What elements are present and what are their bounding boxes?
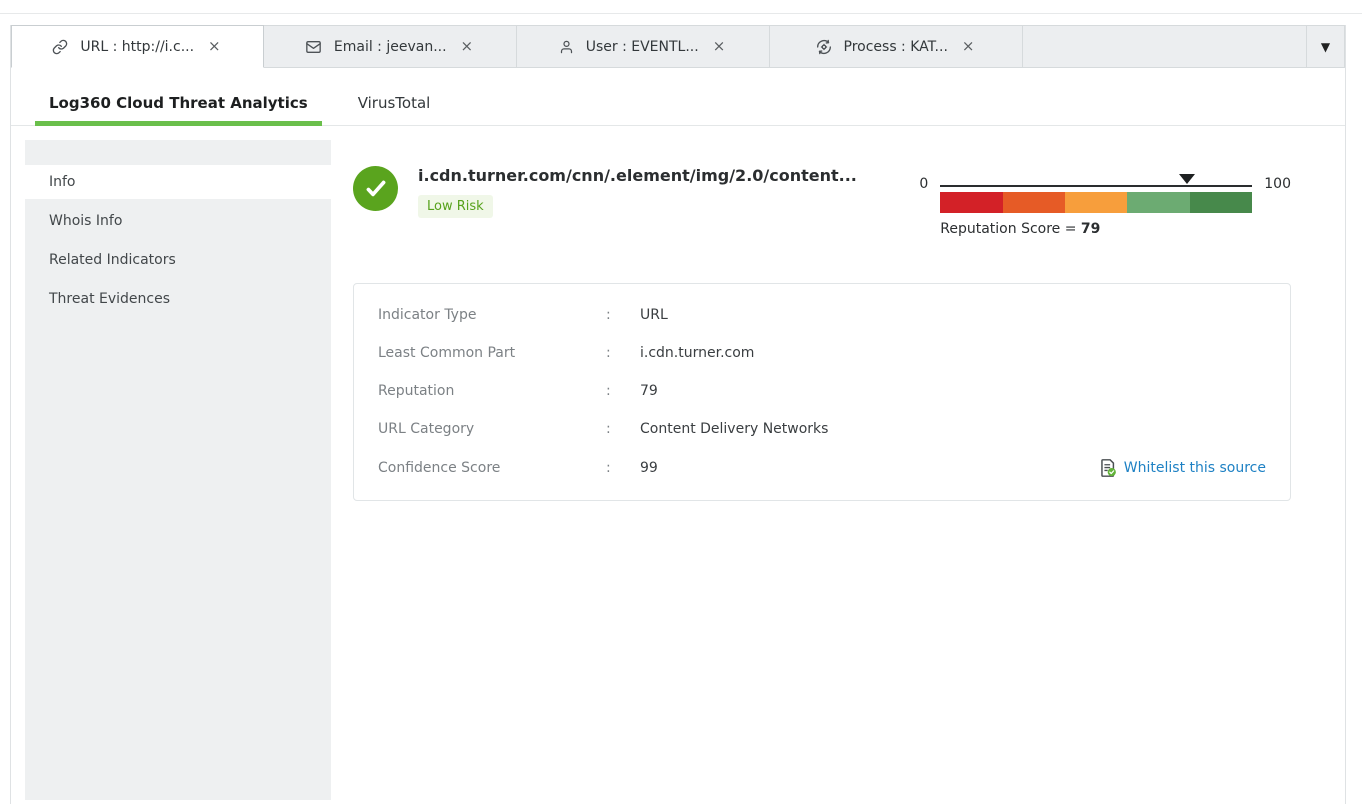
indicator-title-block: i.cdn.turner.com/cnn/.element/img/2.0/co… [418,166,919,218]
detail-label: Confidence Score [378,460,606,476]
check-circle-icon [353,166,398,211]
info-panel: i.cdn.turner.com/cnn/.element/img/2.0/co… [331,140,1331,777]
whitelist-document-icon [1100,459,1117,477]
indicator-details-card: Indicator Type : URL Least Common Part :… [353,283,1291,501]
tabstrip-filler [1023,25,1306,68]
detail-label: URL Category [378,421,606,437]
tab-url[interactable]: URL : http://i.c... × [11,25,264,68]
detail-separator: : [606,460,640,476]
tab-label: Process : KAT... [844,39,948,55]
detail-value: Content Delivery Networks [640,421,828,437]
close-icon[interactable]: × [960,39,977,54]
gauge-segment [1127,192,1189,213]
detail-value: i.cdn.turner.com [640,345,754,361]
caption-prefix: Reputation Score = [940,221,1081,237]
detail-separator: : [606,421,640,437]
tab-label: User : EVENTL... [586,39,699,55]
reputation-gauge: 0 Reputation Score = 79 100 [919,166,1291,237]
sidebar-item-threat-evidences[interactable]: Threat Evidences [25,282,331,316]
gauge-segment [940,192,1002,213]
detail-separator: : [606,383,640,399]
process-icon [816,39,832,55]
detail-value: 99 [640,460,658,476]
tab-email[interactable]: Email : jeevan... × [264,25,517,68]
detail-row-least-common-part: Least Common Part : i.cdn.turner.com [354,334,1290,372]
gauge-segment [1190,192,1252,213]
gauge-segment [1065,192,1127,213]
tab-virustotal[interactable]: VirusTotal [344,88,445,125]
close-icon[interactable]: × [459,39,476,54]
detail-row-confidence-score: Confidence Score : 99 Whitelist t [354,448,1290,488]
gauge-scale-line [940,166,1252,187]
summary-row: i.cdn.turner.com/cnn/.element/img/2.0/co… [353,166,1331,237]
detail-separator: : [606,307,640,323]
detail-separator: : [606,345,640,361]
top-divider [0,13,1362,14]
risk-badge: Low Risk [418,195,493,218]
detail-label: Least Common Part [378,345,606,361]
section-sidebar: Info Whois Info Related Indicators Threa… [25,140,331,800]
link-icon [52,39,68,55]
gauge-segment [1003,192,1065,213]
email-icon [305,39,322,55]
entity-tabstrip: URL : http://i.c... × Email : jeevan... … [11,25,1345,68]
chevron-down-icon: ▼ [1321,40,1330,54]
close-icon[interactable]: × [206,39,223,54]
gauge-marker-icon [1179,174,1195,184]
reputation-score-caption: Reputation Score = 79 [940,221,1252,237]
tab-user[interactable]: User : EVENTL... × [517,25,770,68]
threat-analytics-window: URL : http://i.c... × Email : jeevan... … [10,25,1346,804]
indicator-title: i.cdn.turner.com/cnn/.element/img/2.0/co… [418,166,919,185]
gauge-color-bar [940,192,1252,213]
gauge-min-label: 0 [919,166,928,237]
detail-value: URL [640,307,668,323]
sidebar-item-info[interactable]: Info [25,165,331,199]
gauge-max-label: 100 [1264,166,1291,237]
sidebar-item-whois-info[interactable]: Whois Info [25,204,331,238]
detail-value: 79 [640,383,658,399]
tab-label: Email : jeevan... [334,39,447,55]
user-icon [559,39,574,55]
detail-row-reputation: Reputation : 79 [354,372,1290,410]
content-area: Info Whois Info Related Indicators Threa… [11,126,1345,777]
gauge-track: Reputation Score = 79 [940,166,1252,237]
source-subtabs: Log360 Cloud Threat Analytics VirusTotal [11,88,1345,126]
detail-row-indicator-type: Indicator Type : URL [354,296,1290,334]
detail-label: Reputation [378,383,606,399]
tab-log360-cloud-threat-analytics[interactable]: Log360 Cloud Threat Analytics [35,88,322,125]
tab-label: URL : http://i.c... [80,39,194,55]
caption-score: 79 [1081,221,1100,237]
close-icon[interactable]: × [711,39,728,54]
tab-overflow-button[interactable]: ▼ [1306,25,1345,68]
whitelist-source-link[interactable]: Whitelist this source [1100,459,1266,477]
sidebar-item-related-indicators[interactable]: Related Indicators [25,243,331,277]
detail-row-url-category: URL Category : Content Delivery Networks [354,410,1290,448]
detail-label: Indicator Type [378,307,606,323]
tab-process[interactable]: Process : KAT... × [770,25,1023,68]
whitelist-link-label: Whitelist this source [1124,460,1266,476]
